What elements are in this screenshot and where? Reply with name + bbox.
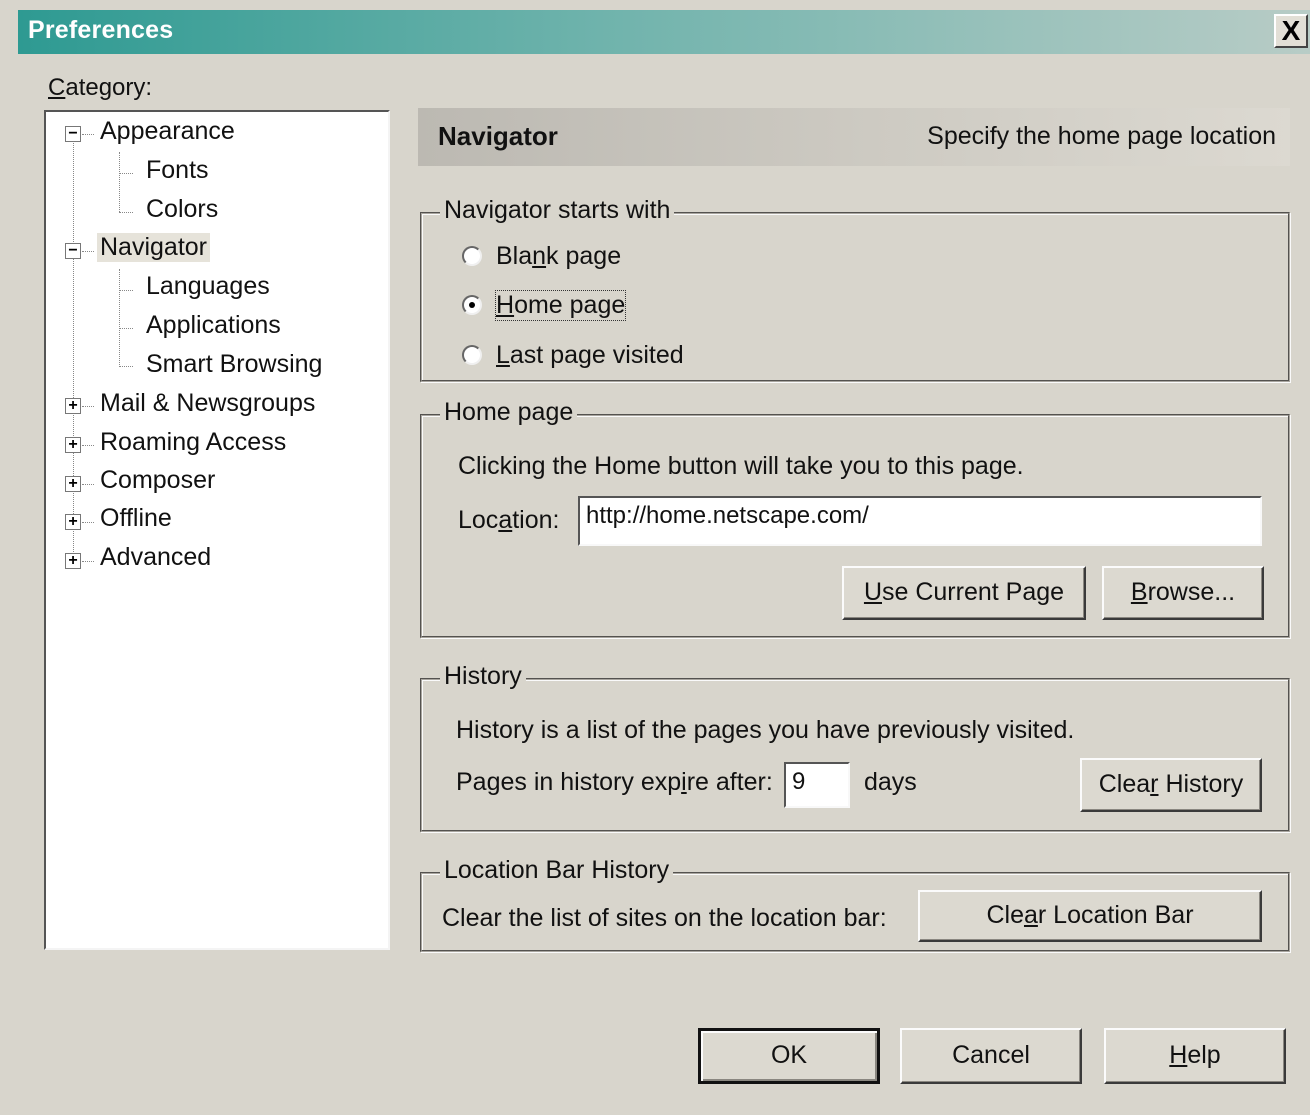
- days-label: days: [864, 768, 917, 796]
- tree-item-smart-browsing[interactable]: Smart Browsing: [146, 350, 322, 379]
- history-legend: History: [440, 662, 526, 691]
- tree-item-composer[interactable]: Composer: [100, 466, 215, 495]
- section-title: Navigator: [438, 121, 558, 151]
- radio-button-checked[interactable]: [462, 295, 482, 315]
- title-bar: Preferences X: [18, 10, 1310, 54]
- location-bar-history-group: Location Bar History Clear the list of s…: [420, 856, 1290, 952]
- preferences-dialog: Category: − Appearance Fonts Colors − Na…: [18, 54, 1310, 1115]
- tree-item-appearance[interactable]: Appearance: [100, 117, 235, 146]
- close-icon: X: [1281, 15, 1301, 46]
- tree-item-advanced[interactable]: Advanced: [100, 543, 211, 572]
- category-tree[interactable]: − Appearance Fonts Colors − Navigator La…: [44, 110, 390, 950]
- location-label: Location:: [458, 506, 560, 534]
- category-label: Category:: [48, 74, 153, 101]
- radio-button[interactable]: [462, 246, 482, 266]
- section-description: Specify the home page location: [927, 122, 1276, 150]
- cancel-button[interactable]: Cancel: [900, 1028, 1082, 1084]
- tree-item-applications[interactable]: Applications: [146, 311, 281, 340]
- tree-item-languages[interactable]: Languages: [146, 272, 270, 301]
- clear-history-button[interactable]: Clear History: [1080, 758, 1262, 812]
- ok-button[interactable]: OK: [698, 1028, 880, 1084]
- clear-location-bar-button[interactable]: Clear Location Bar: [918, 890, 1262, 942]
- section-header: Navigator Specify the home page location: [418, 108, 1290, 166]
- offline-expand-icon[interactable]: +: [65, 514, 81, 530]
- window-title: Preferences: [28, 16, 174, 44]
- advanced-expand-icon[interactable]: +: [65, 553, 81, 569]
- home-page-legend: Home page: [440, 398, 578, 427]
- radio-dot-icon: [469, 302, 475, 308]
- radio-button[interactable]: [462, 345, 482, 365]
- use-current-page-button[interactable]: Use Current Page: [842, 566, 1086, 620]
- tree-item-offline[interactable]: Offline: [100, 504, 172, 533]
- tree-item-fonts[interactable]: Fonts: [146, 156, 209, 185]
- close-button[interactable]: X: [1274, 14, 1308, 48]
- browse-button[interactable]: Browse...: [1102, 566, 1264, 620]
- roaming-expand-icon[interactable]: +: [65, 437, 81, 453]
- home-page-group: Home page Clicking the Home button will …: [420, 398, 1290, 638]
- help-button[interactable]: Help: [1104, 1028, 1286, 1084]
- composer-expand-icon[interactable]: +: [65, 476, 81, 492]
- appearance-collapse-icon[interactable]: −: [65, 126, 81, 142]
- starts-with-group: Navigator starts with Blank page Home pa…: [420, 196, 1290, 382]
- starts-with-legend: Navigator starts with: [440, 196, 675, 225]
- history-description: History is a list of the pages you have …: [456, 716, 1075, 744]
- tree-item-navigator[interactable]: Navigator: [97, 233, 210, 262]
- location-bar-legend: Location Bar History: [440, 856, 674, 885]
- tree-item-roaming-access[interactable]: Roaming Access: [100, 428, 286, 457]
- history-group: History History is a list of the pages y…: [420, 662, 1290, 832]
- tree-item-mail-newsgroups[interactable]: Mail & Newsgroups: [100, 389, 315, 418]
- history-expire-label: Pages in history expire after:: [456, 768, 773, 796]
- location-input[interactable]: http://home.netscape.com/: [578, 496, 1262, 546]
- mail-expand-icon[interactable]: +: [65, 398, 81, 414]
- history-days-input[interactable]: 9: [784, 762, 850, 808]
- location-bar-description: Clear the list of sites on the location …: [442, 904, 887, 932]
- navigator-collapse-icon[interactable]: −: [65, 243, 81, 259]
- home-page-description: Clicking the Home button will take you t…: [458, 452, 1024, 480]
- tree-item-colors[interactable]: Colors: [146, 195, 218, 224]
